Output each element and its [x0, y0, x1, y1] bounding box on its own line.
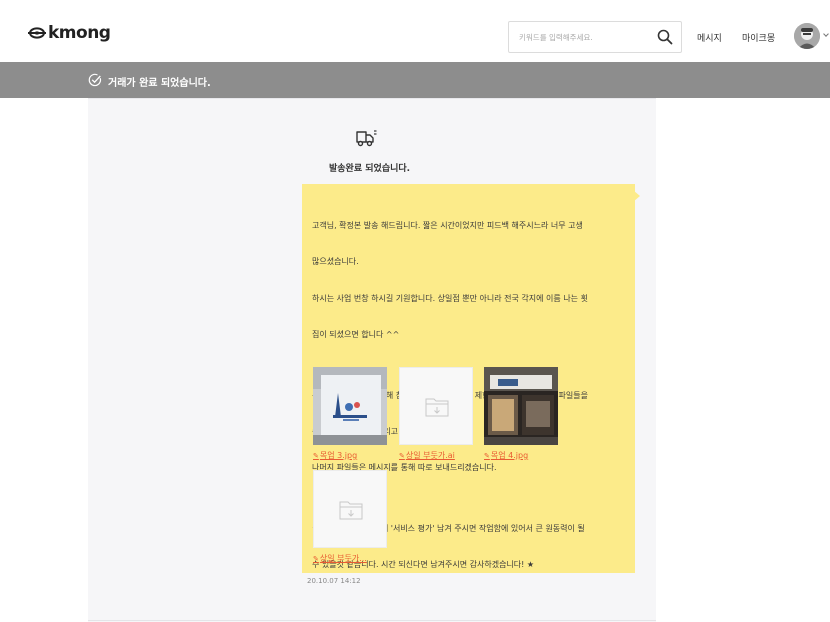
attachment-link[interactable]: ✎목업 4.jpg — [484, 450, 528, 461]
attachment-link[interactable]: ✎목업 3.jpg — [313, 450, 357, 461]
message-line: 고객님, 확정본 발송 해드립니다. 짧은 시간이었지만 피드백 해주시느라 너… — [312, 221, 583, 231]
mockup-image — [313, 367, 387, 445]
banner-text: 거래가 완료 되었습니다. — [108, 78, 211, 89]
search-input[interactable] — [519, 28, 649, 46]
search-box — [508, 21, 682, 53]
top-header: kmong 메시지 마이크몽 — [0, 0, 830, 62]
message-bubble-tail — [633, 190, 640, 202]
nav-mykmong-link[interactable]: 마이크몽 — [742, 31, 775, 44]
kmong-logo[interactable]: kmong — [28, 23, 111, 43]
paperclip-icon: ✎ — [313, 555, 319, 563]
attachment-link[interactable]: ✎상일 부둣가.ai — [399, 450, 455, 461]
attachment-thumbnail-file[interactable] — [399, 367, 473, 445]
storefront-image — [484, 367, 558, 445]
attachment-name: 목업 4.jpg — [490, 451, 529, 460]
card-divider — [88, 620, 656, 621]
folder-download-icon — [425, 398, 449, 417]
message-line: 집이 되셨으면 합니다 ^^ — [312, 330, 400, 340]
check-circle-icon — [88, 73, 102, 87]
paperclip-icon: ✎ — [313, 452, 319, 460]
attachment-link[interactable]: ✎상일 부둣가... — [313, 553, 367, 564]
attachment-thumbnail-file[interactable] — [313, 470, 387, 548]
attachment-thumbnail-mockup4[interactable] — [484, 367, 558, 445]
avatar-image — [794, 23, 820, 49]
logo-text: kmong — [48, 23, 111, 43]
avatar[interactable] — [794, 23, 820, 49]
search-icon[interactable] — [657, 29, 673, 45]
message-timestamp: 20.10.07 14:12 — [307, 577, 361, 585]
deal-complete-banner: 거래가 완료 되었습니다. — [0, 62, 830, 98]
attachment-thumbnail-mockup3[interactable] — [313, 367, 387, 445]
folder-download-icon — [339, 501, 363, 520]
message-line: 하시는 사업 번창 하시길 기원합니다. 상일점 뿐만 아니라 전국 각지에 이… — [312, 293, 588, 303]
paperclip-icon: ✎ — [484, 452, 490, 460]
message-line: 많으셨습니다. — [312, 257, 359, 267]
attachment-name: 상일 부둣가.ai — [405, 451, 455, 460]
delivery-truck-icon — [356, 130, 377, 147]
kmong-logo-icon — [28, 27, 46, 39]
chevron-down-icon[interactable] — [823, 31, 829, 37]
attachment-name: 상일 부둣가... — [319, 554, 367, 563]
shipping-status-title: 발송완료 되었습니다. — [329, 164, 411, 174]
paperclip-icon: ✎ — [399, 452, 405, 460]
nav-message-link[interactable]: 메시지 — [697, 31, 722, 44]
attachment-name: 목업 3.jpg — [319, 451, 358, 460]
